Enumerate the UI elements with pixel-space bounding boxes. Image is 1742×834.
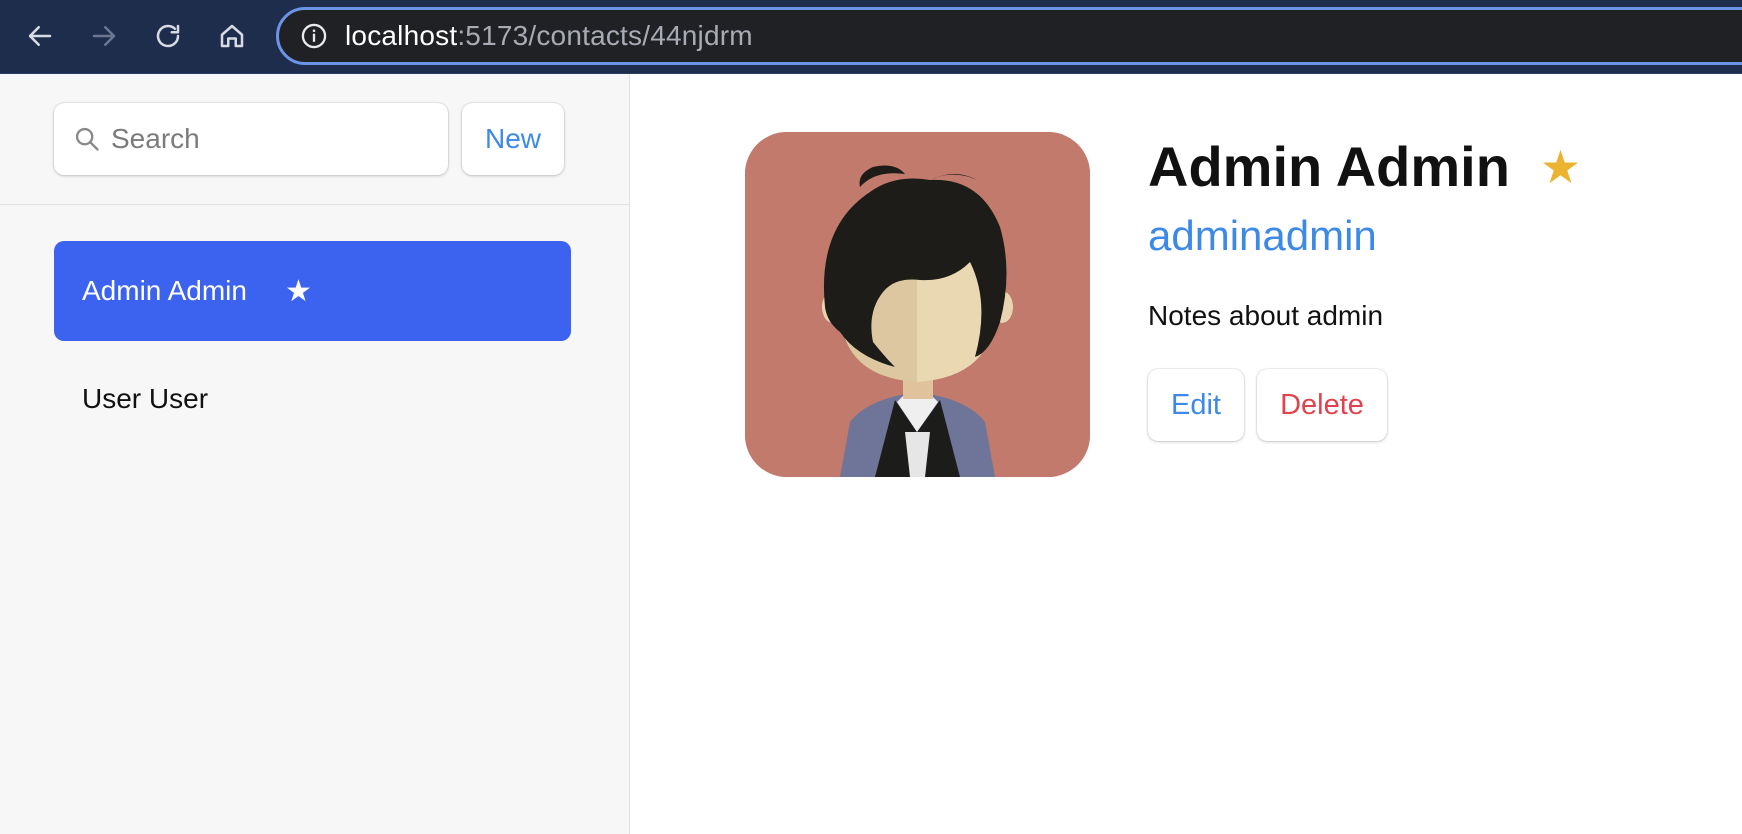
url-path: :5173/contacts/44njdrm	[457, 20, 753, 51]
search-input[interactable]	[111, 123, 431, 155]
reload-button[interactable]	[146, 16, 190, 56]
contact-item-user-user[interactable]: User User	[54, 349, 571, 449]
contact-name: Admin Admin ★	[1148, 134, 1581, 199]
contact-avatar	[745, 132, 1090, 477]
favorite-star-icon: ★	[284, 274, 312, 308]
browser-toolbar: localhost:5173/contacts/44njdrm	[0, 0, 1742, 74]
info-icon[interactable]	[299, 21, 329, 51]
url-text: localhost:5173/contacts/44njdrm	[345, 20, 753, 52]
contact-list: Admin Admin ★ User User	[54, 241, 571, 457]
search-row: New	[0, 74, 629, 205]
contact-item-label: User User	[82, 383, 209, 414]
favorite-star-icon[interactable]: ★	[1540, 144, 1581, 190]
sidebar: New Admin Admin ★ User User	[0, 74, 630, 834]
url-host: localhost	[345, 20, 458, 51]
address-bar[interactable]: localhost:5173/contacts/44njdrm	[276, 7, 1742, 65]
avatar-illustration	[745, 132, 1090, 477]
new-contact-button[interactable]: New	[462, 103, 564, 175]
contact-username-link[interactable]: adminadmin	[1148, 212, 1377, 260]
search-box[interactable]	[54, 103, 448, 175]
contact-notes: Notes about admin	[1148, 300, 1384, 331]
contact-name-text: Admin Admin	[1148, 135, 1510, 198]
home-button[interactable]	[210, 16, 254, 56]
contact-item-admin-admin[interactable]: Admin Admin ★	[54, 241, 571, 341]
delete-button[interactable]: Delete	[1257, 369, 1387, 441]
forward-arrow-icon	[92, 26, 116, 46]
contact-item-label: Admin Admin	[82, 275, 247, 306]
edit-button[interactable]: Edit	[1148, 369, 1244, 441]
back-button[interactable]	[18, 16, 62, 56]
forward-button[interactable]	[82, 16, 126, 56]
reload-icon	[156, 24, 180, 48]
search-icon	[75, 127, 99, 151]
back-arrow-icon	[28, 26, 52, 46]
home-icon	[220, 24, 244, 48]
